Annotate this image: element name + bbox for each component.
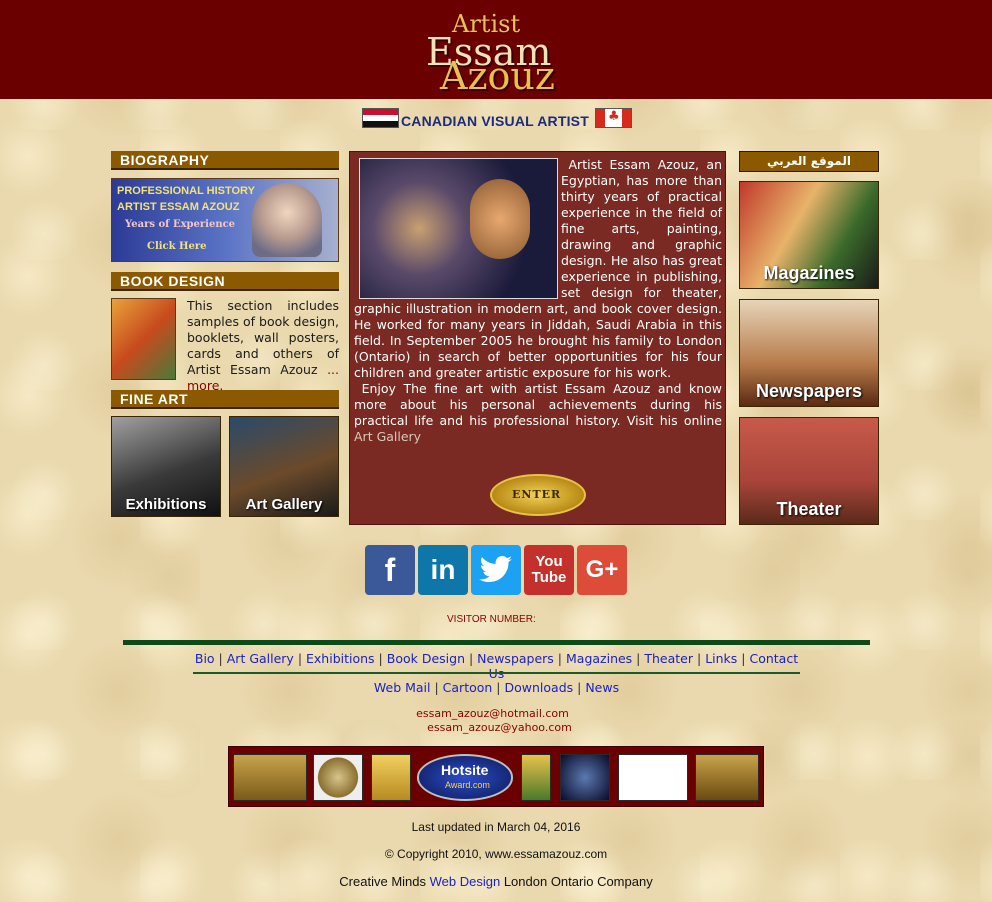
art-gallery-label: Art Gallery	[245, 496, 323, 513]
web-design-link[interactable]: Web Design	[430, 874, 501, 889]
facebook-icon[interactable]: f	[365, 545, 415, 595]
site-logo[interactable]: Artist Essam Azouz	[420, 8, 580, 98]
nav-separator: |	[632, 651, 645, 666]
excellence-award-badge[interactable]	[233, 754, 307, 801]
nav-separator: |	[293, 651, 307, 666]
artist-portrait-image	[252, 183, 322, 257]
nav-link-art-gallery[interactable]: Art Gallery	[227, 651, 294, 666]
worldwide-excellence-award-badge[interactable]	[560, 754, 610, 801]
certificate-award-badge[interactable]	[371, 754, 411, 801]
enter-button[interactable]: ENTER	[490, 474, 586, 516]
twitter-icon[interactable]	[471, 545, 521, 595]
biography-banner[interactable]: PROFESSIONAL HISTORY ARTIST ESSAM AZOUZ …	[111, 178, 339, 262]
hotsite-label: Hotsite	[441, 762, 489, 778]
last-updated: Last updated in March 04, 2016	[411, 820, 581, 834]
google-plus-icon[interactable]: G+	[577, 545, 627, 595]
design-credit: Creative Minds Web Design London Ontario…	[0, 874, 992, 889]
newspapers-tile[interactable]: Newspapers	[739, 299, 879, 407]
gold-medal-award-badge[interactable]	[313, 754, 363, 801]
theater-label: Theater	[776, 499, 842, 519]
email-yahoo-link[interactable]: essam_azouz@yahoo.com	[350, 721, 635, 735]
tagline: CANADIAN VISUAL ARTIST	[362, 106, 632, 130]
nav-link-web-mail[interactable]: Web Mail	[374, 680, 431, 695]
magazines-label: Magazines	[763, 263, 855, 283]
nav-link-news[interactable]: News	[585, 680, 619, 695]
newspapers-label: Newspapers	[755, 381, 863, 401]
nav-link-magazines[interactable]: Magazines	[566, 651, 632, 666]
tagline-text: CANADIAN VISUAL ARTIST	[401, 113, 589, 129]
bird-award-badge[interactable]	[521, 754, 551, 801]
nav-separator: |	[465, 651, 478, 666]
theater-tile[interactable]: Theater	[739, 417, 879, 525]
logo-last-name: Azouz	[440, 54, 555, 98]
artist-photo	[359, 158, 558, 299]
youtube-glyph-1: You	[535, 553, 563, 570]
nav-link-cartoon[interactable]: Cartoon	[443, 680, 493, 695]
youtube-glyph-2: Tube	[531, 569, 567, 586]
nav-separator: |	[693, 651, 706, 666]
credit-prefix: Creative Minds	[339, 874, 426, 889]
art-gallery-link[interactable]: Art Gallery	[354, 429, 421, 444]
nav-link-links[interactable]: Links	[705, 651, 737, 666]
book-cover-thumbnail[interactable]	[111, 298, 176, 380]
hotsite-award-badge[interactable]: Hotsite Award.com	[417, 754, 513, 801]
nav-link-newspapers[interactable]: Newspapers	[477, 651, 554, 666]
fine-art-heading: FINE ART	[111, 390, 339, 409]
nav-separator: |	[430, 680, 443, 695]
nav-separator: |	[553, 651, 566, 666]
secondary-nav: Web Mail | Cartoon | Downloads | News	[193, 680, 800, 698]
family-site-award-badge[interactable]	[618, 754, 688, 801]
excellence-award-2-badge[interactable]	[695, 754, 759, 801]
art-gallery-tile[interactable]: Art Gallery	[229, 416, 339, 517]
biography-heading: BIOGRAPHY	[111, 151, 339, 170]
nav-link-exhibitions[interactable]: Exhibitions	[306, 651, 375, 666]
enter-label: ENTER	[512, 488, 562, 501]
exhibitions-tile[interactable]: Exhibitions	[111, 416, 221, 517]
nav-separator: |	[573, 680, 586, 695]
linkedin-icon[interactable]: in	[418, 545, 468, 595]
youtube-icon[interactable]: You Tube	[524, 545, 574, 595]
credit-suffix: London Ontario Company	[503, 874, 653, 889]
canada-flag-icon	[595, 108, 632, 128]
email-hotmail-link[interactable]: essam_azouz@hotmail.com	[350, 707, 635, 721]
nav-separator: |	[492, 680, 505, 695]
banner-line-2: ARTIST ESSAM AZOUZ	[117, 201, 240, 213]
visitor-counter-label: VISITOR NUMBER:	[447, 614, 536, 625]
hotsite-sub-label: Award.com	[445, 780, 490, 790]
arabic-site-link[interactable]: الموقع العربي	[739, 151, 879, 172]
divider-middle	[193, 672, 800, 674]
intro-paragraph-2: Enjoy The fine art with artist Essam Azo…	[354, 381, 722, 444]
nav-link-theater[interactable]: Theater	[644, 651, 693, 666]
nav-link-downloads[interactable]: Downloads	[505, 680, 574, 695]
intro-panel: Artist Essam Azouz, an Egyptian, has mor…	[349, 151, 726, 525]
primary-nav: Bio | Art Gallery | Exhibitions | Book D…	[193, 651, 800, 681]
social-icons: f in You Tube G+	[365, 545, 627, 595]
divider-top	[123, 640, 870, 645]
book-design-text: This section includes samples of book de…	[187, 298, 339, 377]
nav-separator: |	[374, 651, 387, 666]
egypt-flag-icon	[362, 108, 399, 128]
exhibitions-label: Exhibitions	[125, 496, 207, 513]
banner-line-3: Years of Experience	[125, 219, 236, 230]
book-design-description: This section includes samples of book de…	[187, 298, 339, 394]
awards-strip: Hotsite Award.com	[228, 746, 764, 807]
nav-separator: |	[214, 651, 227, 666]
contact-emails: essam_azouz@hotmail.com essam_azouz@yaho…	[350, 707, 635, 735]
nav-separator: |	[737, 651, 750, 666]
copyright: © Copyright 2010, www.essamazouz.com	[384, 847, 608, 861]
banner-cta: Click Here	[147, 241, 207, 252]
banner-line-1: PROFESSIONAL HISTORY	[117, 185, 255, 197]
nav-link-bio[interactable]: Bio	[195, 651, 215, 666]
book-design-heading: BOOK DESIGN	[111, 272, 339, 291]
magazines-tile[interactable]: Magazines	[739, 181, 879, 289]
nav-link-book-design[interactable]: Book Design	[387, 651, 465, 666]
